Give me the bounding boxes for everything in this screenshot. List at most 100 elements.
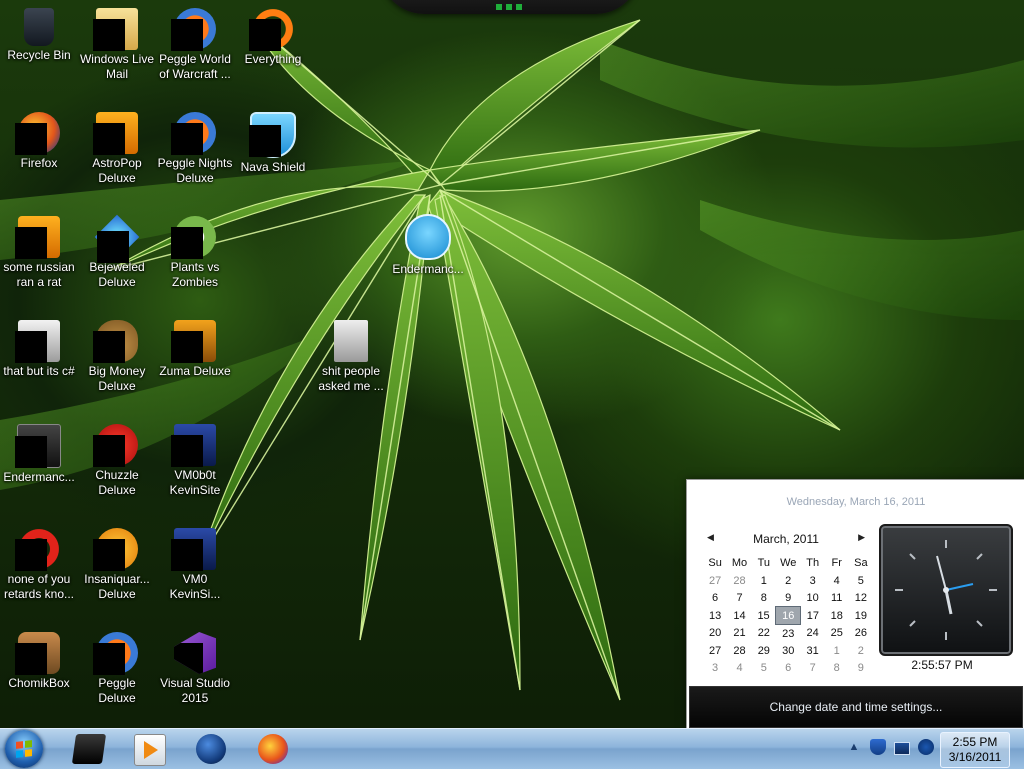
calendar-day[interactable]: 6 xyxy=(703,589,727,607)
calendar-day[interactable]: 13 xyxy=(703,607,727,625)
desktop-icon-vm0b0t-kevinsite[interactable]: VM0b0t KevinSite xyxy=(157,424,233,498)
calendar-day[interactable]: 1 xyxy=(752,572,776,589)
taskbar-clock[interactable]: 2:55 PM 3/16/2011 xyxy=(940,732,1010,768)
weekday-label: Sa xyxy=(854,557,868,569)
calendar-day[interactable]: 23 xyxy=(776,625,801,643)
calendar-day[interactable]: 28 xyxy=(727,642,752,659)
calendar-days: 27 28 1 2 3 4 5 6 7 8 9 10 11 12 13 14 15 16 17 18 19 20 21 22 2… xyxy=(703,572,873,676)
calendar-day[interactable]: 31 xyxy=(801,642,825,659)
calendar-day[interactable]: 2 xyxy=(776,572,801,589)
calendar-day[interactable]: 27 xyxy=(703,572,727,589)
calendar-day[interactable]: 21 xyxy=(727,625,752,643)
desktop-icon-endermanc-file[interactable]: Endermanc... xyxy=(1,424,77,485)
calendar-day[interactable]: 9 xyxy=(776,589,801,607)
desktop-icon-chomikbox[interactable]: ChomikBox xyxy=(1,632,77,691)
desktop-icon-everything[interactable]: Everything xyxy=(235,8,311,67)
calendar-day[interactable]: 3 xyxy=(703,659,727,676)
calendar-day[interactable]: 30 xyxy=(776,642,801,659)
calendar-day[interactable]: 29 xyxy=(752,642,776,659)
taskbar-button-globe-app[interactable] xyxy=(184,732,238,766)
calendar-day[interactable]: 2 xyxy=(849,642,873,659)
calendar-day[interactable]: 14 xyxy=(727,607,752,625)
desktop-icon-firefox[interactable]: Firefox xyxy=(1,112,77,171)
desktop-icon-plants-vs-zombies[interactable]: Plants vs Zombies xyxy=(157,216,233,290)
big-money-icon xyxy=(93,320,138,363)
desktop-icon-peggle-nights[interactable]: Peggle Nights Deluxe xyxy=(157,112,233,186)
weekday-label: Fr xyxy=(831,557,842,569)
desktop-icon-bejeweled[interactable]: Bejeweled Deluxe xyxy=(79,214,155,290)
calendar-day[interactable]: 25 xyxy=(825,625,849,643)
calendar-week-row: 3456789 xyxy=(703,659,873,676)
calendar-grid: Su Mo Tu We Th Fr Sa 27 28 1 2 3 4 5 6 7 8 9 10 11 12… xyxy=(703,554,873,676)
volume-icon[interactable] xyxy=(918,739,934,755)
calendar-day[interactable]: 7 xyxy=(727,589,752,607)
start-button[interactable] xyxy=(5,730,43,768)
calendar-day[interactable]: 18 xyxy=(825,607,849,625)
calendar-day[interactable]: 4 xyxy=(825,572,849,589)
desktop-icon-zuma[interactable]: Zuma Deluxe xyxy=(157,320,233,379)
change-date-time-settings-link[interactable]: Change date and time settings... xyxy=(689,686,1023,728)
calendar-day[interactable]: 24 xyxy=(801,625,825,643)
taskbar-button-black-box[interactable] xyxy=(62,732,116,766)
vm-site-icon xyxy=(171,424,216,467)
desktop-icon-label: that but its c# xyxy=(3,364,75,378)
calendar-day[interactable]: 8 xyxy=(752,589,776,607)
network-icon[interactable] xyxy=(894,742,910,755)
censor-block xyxy=(93,643,125,675)
desktop-icon-astropop[interactable]: AstroPop Deluxe xyxy=(79,112,155,186)
calendar-day[interactable]: 19 xyxy=(849,607,873,625)
peggle-wow-icon xyxy=(171,8,216,51)
calendar-day[interactable]: 12 xyxy=(849,589,873,607)
calendar-day[interactable]: 9 xyxy=(849,659,873,676)
desktop-icon-label: Visual Studio 2015 xyxy=(160,676,230,705)
desktop-icon-that-but-its-csharp[interactable]: that but its c# xyxy=(1,320,77,379)
calendar-day[interactable]: 15 xyxy=(752,607,776,625)
desktop-icon-peggle-wow[interactable]: Peggle World of Warcraft ... xyxy=(157,8,233,82)
calendar-day[interactable]: 20 xyxy=(703,625,727,643)
calendar-day[interactable]: 1 xyxy=(825,642,849,659)
desktop-icon-chuzzle[interactable]: Chuzzle Deluxe xyxy=(79,424,155,498)
calendar-day[interactable]: 11 xyxy=(825,589,849,607)
weekday-label: Th xyxy=(806,557,820,569)
calendar-day[interactable]: 3 xyxy=(801,572,825,589)
desktop-icon-windows-live-mail[interactable]: Windows Live Mail xyxy=(79,8,155,82)
calendar-day[interactable]: 26 xyxy=(849,625,873,643)
analog-clock-time: 2:55:57 PM xyxy=(911,658,973,672)
weekday-label: Tu xyxy=(757,557,771,569)
desktop-icon-visual-studio[interactable]: Visual Studio 2015 xyxy=(157,632,233,706)
calendar-day[interactable]: 5 xyxy=(849,572,873,589)
desktop-icon-shit-people-asked[interactable]: shit people asked me ... xyxy=(313,320,389,394)
desktop-icon-insaniquarium[interactable]: Insaniquar... Deluxe xyxy=(79,528,155,602)
desktop-icon-big-money[interactable]: Big Money Deluxe xyxy=(79,320,155,394)
calendar-day[interactable]: 4 xyxy=(727,659,752,676)
calendar-day-today[interactable]: 16 xyxy=(775,606,802,625)
chevron-up-icon[interactable]: ▲ xyxy=(846,739,862,755)
desktop-icon-peggle-deluxe[interactable]: Peggle Deluxe xyxy=(79,632,155,706)
taskbar-button-media-player[interactable] xyxy=(122,732,176,766)
calendar-day[interactable]: 5 xyxy=(752,659,776,676)
desktop-icon-label: Everything xyxy=(244,52,302,66)
calendar-month-label[interactable]: March, 2011 xyxy=(701,532,871,546)
security-shield-icon[interactable] xyxy=(870,739,886,755)
chevron-right-icon[interactable]: ▶ xyxy=(858,532,865,543)
desktop-icon-none-of-you[interactable]: none of you retards kno... xyxy=(1,528,77,602)
desktop-icon-endermanc-shield[interactable]: Endermanc... xyxy=(390,214,466,277)
desktop-icon-recycle-bin[interactable]: Recycle Bin xyxy=(1,8,77,63)
calendar-week-row: 6 7 8 9 10 11 12 xyxy=(703,589,873,607)
calendar-day[interactable]: 28 xyxy=(727,572,752,589)
stacked-documents-icon xyxy=(15,320,60,363)
desktop-icon-some-russian[interactable]: some russian ran a rat xyxy=(1,216,77,290)
calendar-day[interactable]: 10 xyxy=(801,589,825,607)
desktop-icon-label: Peggle World of Warcraft ... xyxy=(159,52,231,81)
calendar-day[interactable]: 22 xyxy=(752,625,776,643)
desktop-icon-vm0-kevinsite[interactable]: VM0 KevinSi... xyxy=(157,528,233,602)
calendar-week-row: 13 14 15 16 17 18 19 xyxy=(703,606,873,625)
calendar-day[interactable]: 7 xyxy=(801,659,825,676)
taskbar-button-firefox[interactable] xyxy=(246,732,300,766)
calendar-day[interactable]: 6 xyxy=(776,659,801,676)
long-date-link[interactable]: Wednesday, March 16, 2011 xyxy=(687,496,1024,508)
calendar-day[interactable]: 17 xyxy=(801,607,825,625)
calendar-day[interactable]: 27 xyxy=(703,642,727,659)
desktop-icon-nava-shield[interactable]: Nava Shield xyxy=(235,112,311,175)
calendar-day[interactable]: 8 xyxy=(825,659,849,676)
